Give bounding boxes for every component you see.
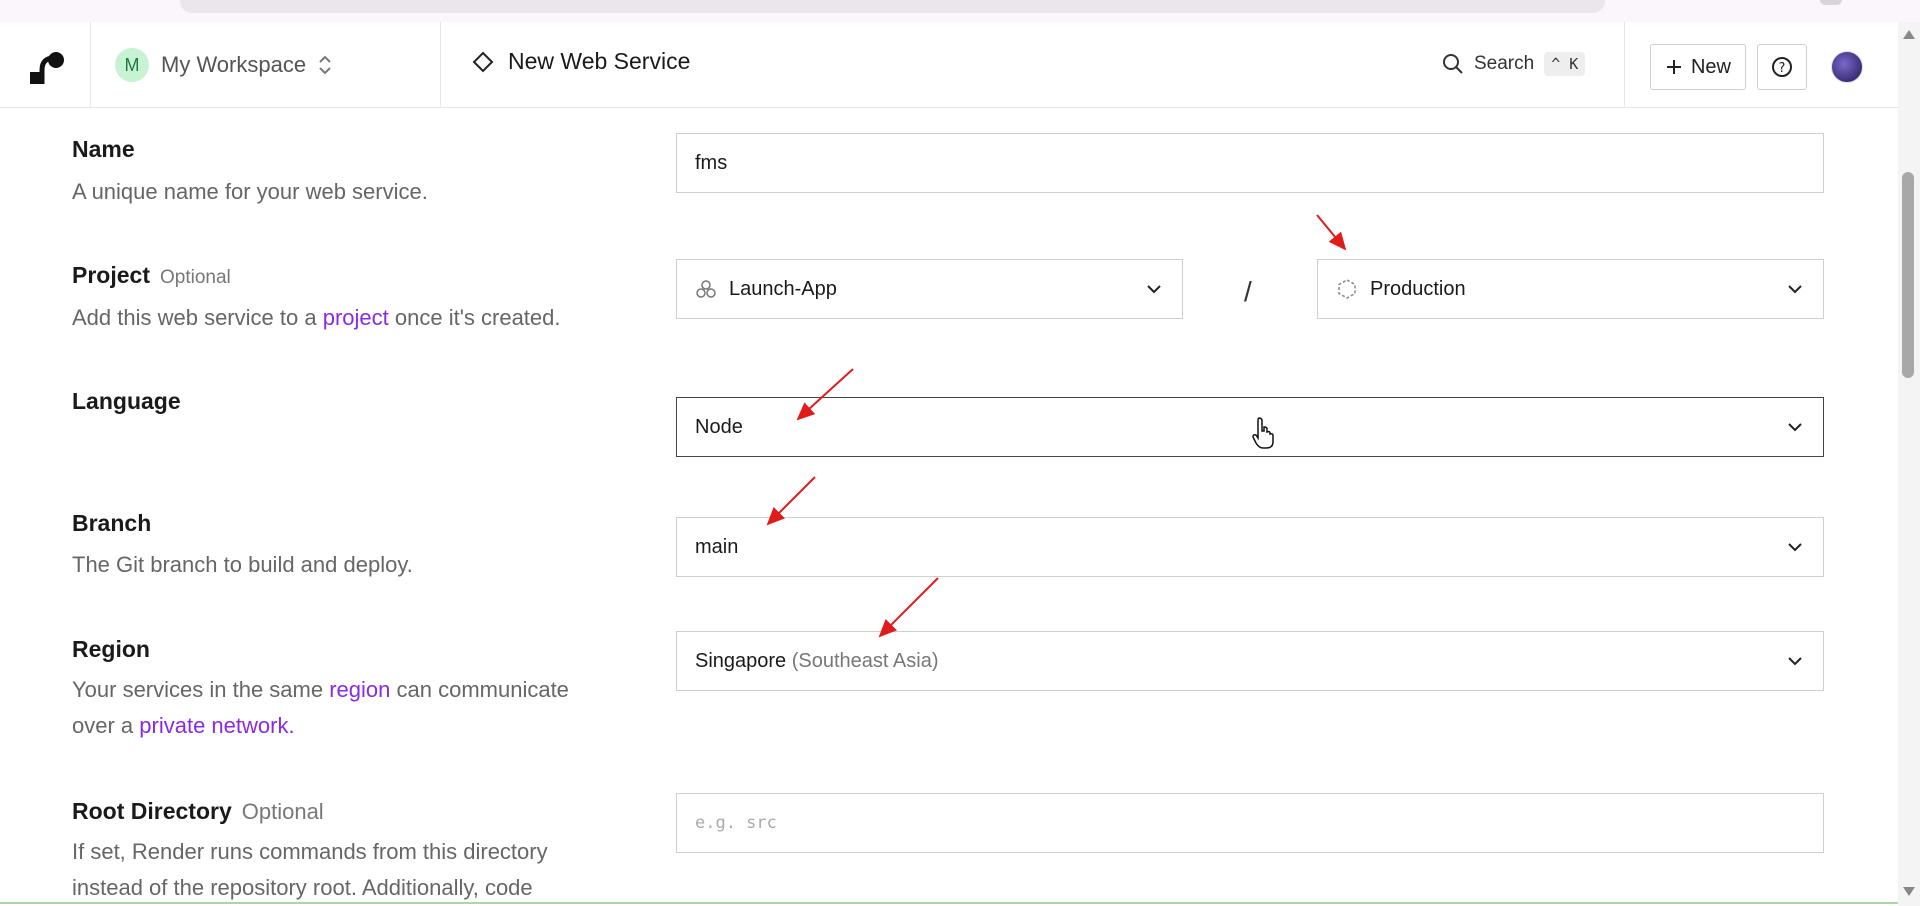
svg-text:?: ? (1779, 61, 1786, 76)
vertical-scrollbar[interactable] (1898, 22, 1920, 906)
browser-top-strip (0, 0, 1920, 22)
search-button[interactable]: Search ^ K (1442, 52, 1586, 76)
page-title-text: New Web Service (508, 48, 691, 74)
help-button[interactable]: ? (1757, 44, 1807, 90)
hand-cursor-icon (1252, 417, 1274, 449)
project-label: Project Optional (72, 262, 231, 289)
language-label: Language (72, 388, 181, 414)
region-description-middle: can communicate (396, 677, 569, 702)
project-description: Add this web service to a project once i… (72, 300, 561, 336)
browser-profile-button[interactable] (1820, 0, 1842, 5)
region-detail: (Southeast Asia) (791, 649, 939, 672)
region-label: Region (72, 636, 150, 662)
project-label-text: Project (72, 262, 150, 288)
render-logo-icon[interactable] (28, 50, 66, 86)
new-button[interactable]: New (1650, 44, 1746, 90)
header-divider (1624, 22, 1625, 107)
new-button-label: New (1690, 55, 1731, 78)
region-description-line2-prefix: over a (72, 713, 134, 738)
region-select-value: Singapore (Southeast Asia) (677, 650, 1785, 673)
environment-select-value: Production (1370, 277, 1466, 300)
region-description-prefix: Your services in the same (72, 677, 324, 702)
root-directory-description-line2: instead of the repository root. Addition… (72, 875, 533, 900)
project-circles-icon (696, 280, 716, 298)
environment-hexagon-icon (1338, 279, 1356, 299)
chevron-down-icon (1147, 285, 1161, 294)
root-directory-description-line1: If set, Render runs commands from this d… (72, 839, 548, 864)
region-name: Singapore (695, 649, 787, 672)
name-input[interactable]: fms (676, 133, 1824, 193)
root-directory-label: Root Directory Optional (72, 798, 324, 825)
root-directory-input[interactable]: e.g. src (676, 793, 1824, 853)
region-select[interactable]: Singapore (Southeast Asia) (676, 631, 1824, 691)
name-description: A unique name for your web service. (72, 179, 428, 204)
chevron-down-icon (1788, 285, 1802, 294)
branch-select[interactable]: main (676, 517, 1824, 577)
root-directory-optional-tag: Optional (241, 799, 324, 824)
search-label: Search (1474, 53, 1535, 74)
name-input-value: fms (695, 151, 728, 174)
chevron-updown-icon (319, 55, 331, 75)
plus-icon (1666, 60, 1681, 74)
project-link[interactable]: project (323, 305, 389, 330)
workspace-name: My Workspace (161, 52, 307, 77)
branch-label: Branch (72, 510, 152, 536)
name-label: Name (72, 136, 135, 162)
scroll-down-arrow-icon[interactable] (1903, 887, 1915, 896)
project-description-prefix: Add this web service to a (72, 305, 317, 330)
root-directory-description: If set, Render runs commands from this d… (72, 834, 548, 906)
project-description-suffix: once it's created. (394, 305, 561, 330)
region-description: Your services in the same region can com… (72, 672, 569, 744)
page-title: New Web Service (472, 48, 690, 75)
workspace-avatar: M (115, 48, 149, 82)
header-divider (90, 22, 91, 107)
user-avatar[interactable] (1831, 51, 1863, 83)
search-shortcut: ^ K (1544, 52, 1586, 76)
annotation-arrow-region (878, 577, 939, 638)
top-header: M My Workspace New Web Service Search ^ … (0, 22, 1898, 108)
branch-select-value: main (695, 535, 739, 558)
annotation-arrow-environment (1316, 214, 1347, 251)
chevron-down-icon (1788, 543, 1802, 552)
header-divider (440, 22, 441, 107)
language-select-value: Node (695, 415, 743, 438)
scrollbar-thumb[interactable] (1902, 172, 1914, 378)
root-directory-placeholder: e.g. src (695, 813, 777, 833)
project-environment-separator: / (1244, 276, 1252, 307)
project-select[interactable]: Launch-App (676, 259, 1183, 319)
diamond-icon (472, 51, 494, 72)
search-icon (1443, 54, 1463, 74)
project-select-value: Launch-App (729, 277, 837, 300)
chevron-down-icon (1788, 657, 1802, 666)
address-bar[interactable] (180, 0, 1605, 13)
help-circle-icon: ? (1772, 57, 1792, 77)
root-directory-label-text: Root Directory (72, 798, 232, 824)
branch-description: The Git branch to build and deploy. (72, 552, 413, 577)
environment-select[interactable]: Production (1317, 259, 1824, 319)
scroll-up-arrow-icon[interactable] (1903, 30, 1915, 39)
workspace-switcher[interactable]: M My Workspace (115, 46, 332, 84)
chevron-down-icon (1788, 423, 1802, 432)
region-link[interactable]: region (329, 677, 390, 702)
project-optional-tag: Optional (159, 267, 231, 288)
private-network-link[interactable]: private network. (139, 713, 294, 738)
